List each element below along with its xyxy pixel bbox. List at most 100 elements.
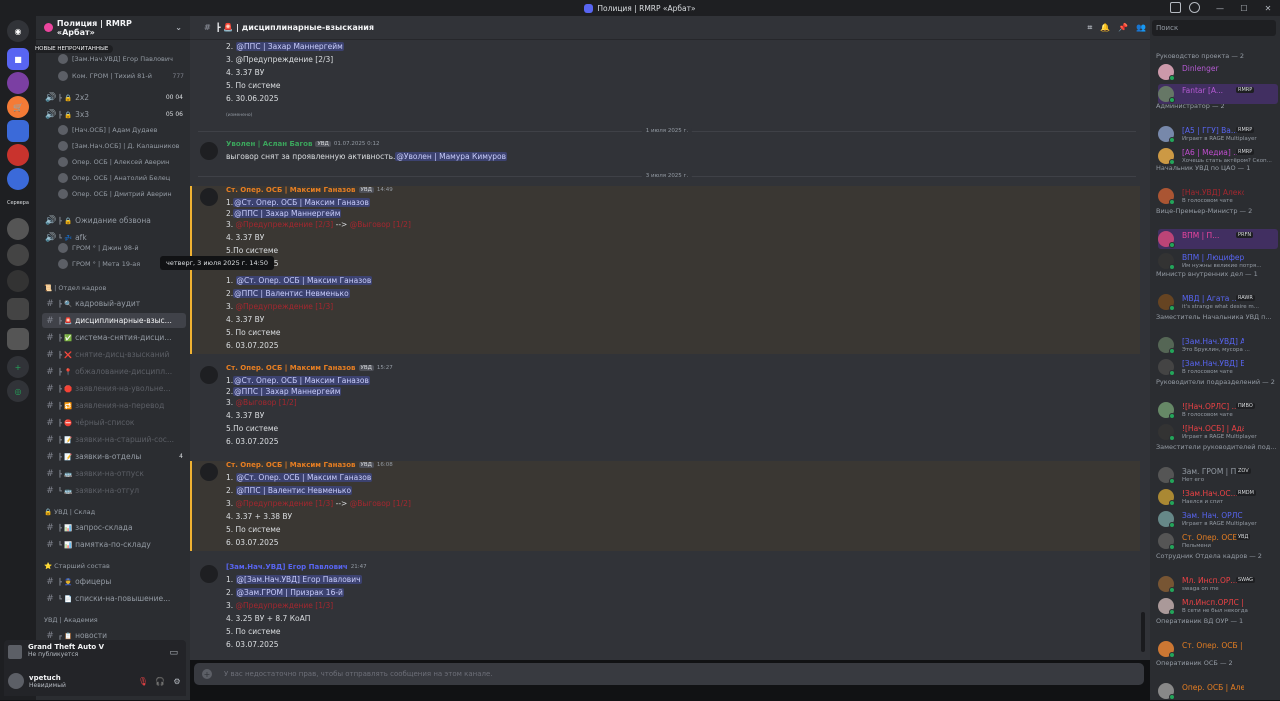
user-mention[interactable]: @Ст. Опер. ОСБ | Максим Ганазов (235, 473, 373, 482)
member-item[interactable]: [Зам.Нач.УВД] Его...В голосовом чате (1158, 357, 1278, 377)
user-mention[interactable]: @Ст. Опер. ОСБ | Максим Ганазов (233, 198, 370, 207)
member-item[interactable]: [Нач.УВД] Алексан...В голосовом чате (1158, 186, 1278, 206)
voice-user[interactable]: Опер. ОСБ | Алексей Аверин (58, 156, 184, 168)
role-mention[interactable]: @Предупреждение [2/3] (236, 220, 334, 229)
category-header[interactable]: 📜 | Отдел кадров (44, 284, 106, 292)
server-icon-police[interactable] (7, 120, 29, 142)
server-icon-2[interactable] (7, 72, 29, 94)
member-item[interactable]: Ст. Опер. ОСБ... УВД Пельмени (1158, 531, 1278, 551)
text-channel[interactable]: # ┣ ✅ система-снятия-дисци... (42, 330, 186, 345)
username[interactable]: vpetuch (29, 674, 66, 682)
member-item[interactable]: ВПМ | Люцифер Мер...Им нужны великие пот… (1158, 251, 1278, 271)
role-mention[interactable]: @Выговор [1/2] (350, 499, 411, 508)
server-tag[interactable]: УВД (358, 365, 374, 371)
member-item[interactable]: Мл. Инсп.ОР... SWAG swaga on me (1158, 574, 1278, 594)
user-mention[interactable]: @ППС | Захар Маннергейм (235, 42, 344, 51)
text-channel[interactable]: # ┗ 🚌 заявки-на-отгул (42, 483, 186, 498)
user-mention[interactable]: @Уволен | Мамура Кимуров (395, 152, 508, 161)
voice-user[interactable]: Опер. ОСБ | Дмитрий Аверин (58, 188, 184, 200)
new-unread-banner[interactable]: НОВЫЕ НЕПРОЧИТАННЫЕ (30, 45, 114, 53)
member-item[interactable]: [A6 | Медиа] ... RMRP Хочешь стать актёром… (1158, 146, 1278, 166)
search-input[interactable]: Поиск (1152, 20, 1276, 36)
threads-icon[interactable]: ⌗ (1088, 23, 1093, 33)
settings-gear-icon[interactable]: ⚙ (172, 676, 182, 686)
user-mention[interactable]: @Ст. Опер. ОСБ | Максим Ганазов (233, 376, 370, 385)
text-channel[interactable]: # ┗ 📊 памятка-по-складу (42, 537, 186, 552)
avatar[interactable] (8, 673, 24, 689)
server-icon-3[interactable] (7, 144, 29, 166)
avatar[interactable] (200, 142, 218, 160)
server-icon-5[interactable] (7, 218, 29, 240)
user-mention[interactable]: @Ст. Опер. ОСБ | Максим Ганазов (235, 276, 373, 285)
text-channel[interactable]: # ┣ ❌ снятие-дисц-взысканий (42, 347, 186, 362)
shop-icon[interactable]: 🛒 (7, 96, 29, 118)
role-mention[interactable]: @Предупреждение [1/3] (236, 601, 334, 610)
author-name[interactable]: Ст. Опер. ОСБ | Максим Ганазов (226, 186, 356, 194)
voice-user[interactable]: Ком. ГРОМ | Тихий 81-й 777 (58, 70, 184, 82)
pinned-icon[interactable]: 📌 (1118, 23, 1128, 33)
server-icon-4[interactable] (7, 168, 29, 190)
text-channel[interactable]: # ┣ 🔁 заявления-на-перевод (42, 398, 186, 413)
member-item[interactable]: Опер. ОСБ | Алексей ... (1158, 681, 1278, 701)
user-mention[interactable]: @ППС | Валентис Невменько (235, 486, 353, 495)
server-tag[interactable]: УВД (315, 141, 331, 147)
member-item[interactable]: !Зам.Нач.ОС... RMDM Наелся и спит (1158, 487, 1278, 507)
author-name[interactable]: Ст. Опер. ОСБ | Максим Ганазов (226, 461, 356, 469)
discord-home-icon[interactable]: ◉ (7, 20, 29, 42)
close-button[interactable]: ✕ (1256, 0, 1280, 16)
members-icon[interactable]: 👥 (1136, 23, 1146, 33)
server-icon-6[interactable] (7, 244, 29, 266)
role-mention[interactable]: @Предупреждение [1/3] (236, 302, 334, 311)
member-item[interactable]: Зам. ГРОМ | П... ZOV Нет его (1158, 465, 1278, 485)
member-item[interactable]: ВПМ | П... PRFN (1158, 229, 1278, 249)
mute-icon[interactable]: 🎙 (138, 676, 148, 686)
voice-user[interactable]: [Зам.Нач.ОСБ] | Д. Калашников (58, 140, 184, 152)
member-item[interactable]: [Зам.Нач.УВД] Ар...Это Бруклин, мусора .… (1158, 335, 1278, 355)
maximize-button[interactable]: ☐ (1232, 0, 1256, 16)
server-icon-7[interactable] (7, 270, 29, 292)
member-item[interactable]: Мл.Инсп.ОРЛС | Дан...В сети не был неког… (1158, 596, 1278, 616)
text-channel[interactable]: # ┣ 📊 запрос-склада (42, 520, 186, 535)
category-header[interactable]: ⭐ Старший состав (44, 562, 110, 570)
add-server-icon[interactable]: + (7, 356, 29, 378)
role-mention[interactable]: @Предупреждение [1/3] (236, 499, 334, 508)
category-header[interactable]: УВД | Академия (44, 616, 98, 624)
explore-icon[interactable]: ◎ (7, 380, 29, 402)
message-input[interactable]: + У вас недостаточно прав, чтобы отправл… (194, 663, 1144, 685)
server-icon-1[interactable]: ■ (7, 48, 29, 70)
text-channel[interactable]: # ┣ 🚌 заявки-на-отпуск (42, 466, 186, 481)
server-tag[interactable]: УВД (358, 462, 374, 468)
member-item[interactable]: Fantar [A... RMRP (1158, 84, 1278, 104)
text-channel[interactable]: # ┣ ⛔ чёрный-список (42, 415, 186, 430)
voice-channel[interactable]: 🔊 ┣ 🔒 Ожидание обзвона (42, 213, 186, 228)
user-mention[interactable]: @Зам.ГРОМ | Призрак 16-й (235, 588, 344, 597)
text-channel[interactable]: # ┣ 📝 заявки-на-старший-сос... (42, 432, 186, 447)
member-item[interactable]: МВД | Агата ... RAWR it's strange what des… (1158, 292, 1278, 312)
server-tag[interactable]: УВД (358, 187, 374, 193)
guild-header[interactable]: Полиция | RMRP «Арбат» ⌄ (36, 16, 190, 40)
user-mention[interactable]: @ППС | Захар Маннергейм (233, 209, 342, 218)
stream-icon[interactable]: ▭ (169, 648, 178, 658)
help-icon[interactable] (1189, 2, 1200, 13)
text-channel[interactable]: # ┗ 📄 списки-на-повышение... (42, 591, 186, 606)
avatar[interactable] (200, 565, 218, 583)
text-channel[interactable]: # ┣ 👮 офицеры (42, 574, 186, 589)
member-item[interactable]: Зам. Нач. ОРЛС | Арте...Играет в RAGE Mu… (1158, 509, 1278, 529)
member-item[interactable]: ![Нач.ОРЛС] ... ПИВО В голосовом чате (1158, 400, 1278, 420)
avatar[interactable] (200, 188, 218, 206)
text-channel[interactable]: # ┣ 🔍 кадровый-аудит (42, 296, 186, 311)
author-name[interactable]: Ст. Опер. ОСБ | Максим Ганазов (226, 364, 356, 372)
user-mention[interactable]: @ППС | Валентис Невменько (233, 289, 350, 298)
chat-scrollbar[interactable] (1141, 612, 1145, 652)
inbox-icon[interactable] (1170, 2, 1181, 13)
minimize-button[interactable]: — (1208, 0, 1232, 16)
voice-user[interactable]: ГРОМ ° | Джин 98-й (58, 242, 184, 254)
server-folder-icon[interactable] (7, 298, 29, 320)
server-folder-icon-2[interactable] (7, 328, 29, 350)
voice-channel[interactable]: 🔊 ┣ 🔒 2x2 00 04 (42, 90, 186, 105)
voice-channel[interactable]: 🔊 ┣ 🔒 3x3 05 06 (42, 107, 186, 122)
avatar[interactable] (200, 463, 218, 481)
member-item[interactable]: ![Нач.ОСБ] | Адам Ду...Играет в RAGE Mul… (1158, 422, 1278, 442)
member-item[interactable]: [A5 | ГГУ] Ва... RMRP Играет в RAGE Multip… (1158, 124, 1278, 144)
user-mention[interactable]: @[Зам.Нач.УВД] Егор Павлович (235, 575, 362, 584)
